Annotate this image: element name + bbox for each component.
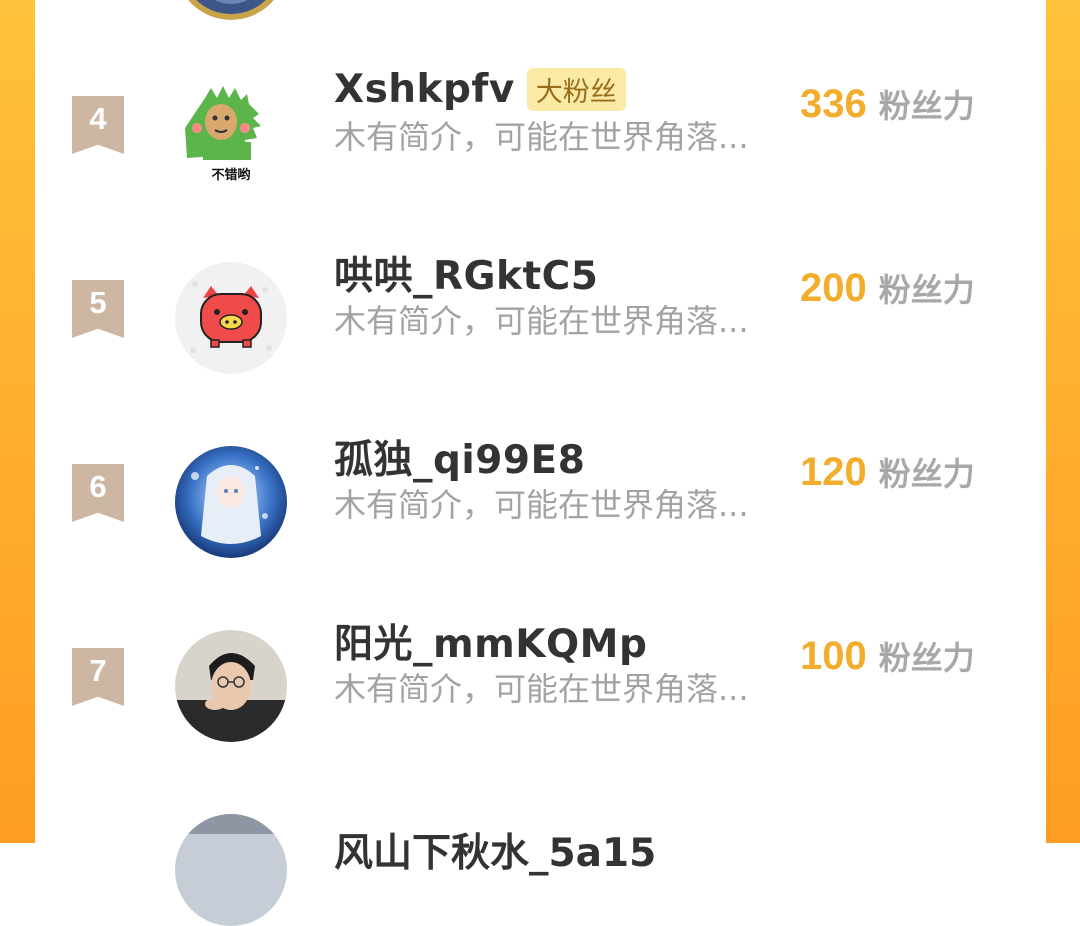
username[interactable]: 哄哄_RGktC5 — [334, 245, 598, 301]
user-bio: 木有简介，可能在世界角落... — [334, 670, 749, 708]
score-unit: 粉丝力 — [878, 455, 975, 493]
score-value: 336 — [800, 82, 867, 126]
username[interactable]: Xshkpfv — [334, 67, 515, 112]
boy-photo-avatar-icon — [175, 630, 287, 742]
username[interactable]: 孤独_qi99E8 — [334, 429, 585, 485]
list-item-rank-6[interactable]: 6 孤独_qi99E8 木有简介，可能在世界角落... 120 粉丝力 — [0, 412, 1080, 596]
avatar-image — [175, 814, 287, 926]
svg-text:不错哟: 不错哟 — [211, 167, 250, 183]
score-value: 120 — [800, 450, 867, 494]
rank-badge: 5 — [72, 280, 124, 338]
avatar[interactable] — [175, 262, 287, 374]
score-unit: 粉丝力 — [878, 639, 975, 677]
fan-power-score: 200 粉丝力 — [800, 265, 975, 311]
avatar[interactable]: 不错哟 — [175, 78, 287, 190]
fan-power-score: 120 粉丝力 — [800, 449, 975, 495]
score-value: 200 — [800, 266, 867, 310]
rank-badge: 6 — [72, 464, 124, 522]
score-unit: 粉丝力 — [878, 87, 975, 125]
avatar[interactable] — [175, 446, 287, 558]
list-item-rank-5[interactable]: 5 哄哄_RGktC5 木有简介，可能在世界角落... 200 粉丝力 — [0, 228, 1080, 412]
rank-badge: 4 — [72, 96, 124, 154]
avatar[interactable] — [175, 630, 287, 742]
fan-level-badge: 大粉丝 — [526, 67, 626, 111]
rank-badge: 7 — [72, 648, 124, 706]
fan-power-score: 336 粉丝力 — [800, 81, 975, 127]
user-bio: 木有简介，可能在世界角落... — [334, 486, 749, 524]
user-bio: 木有简介，可能在世界角落... — [334, 302, 749, 340]
pig-cartoon-avatar-icon — [175, 262, 287, 374]
score-unit: 粉丝力 — [878, 271, 975, 309]
user-bio: 木有简介，可能在世界角落... — [334, 118, 749, 156]
username[interactable]: 阳光_mmKQMp — [334, 613, 647, 669]
list-item-rank-4[interactable]: 4 不错哟 Xshkpfv 大粉丝 木有简介，可能在世界角落... 336 粉丝… — [0, 44, 1080, 228]
dinosaur-meme-avatar-icon: 不错哟 — [175, 78, 287, 190]
username-partial[interactable]: 风山下秋水_5a15 — [334, 822, 656, 878]
anime-girl-avatar-icon — [175, 446, 287, 558]
avatar-partial-bottom[interactable] — [175, 814, 287, 926]
score-value: 100 — [800, 634, 867, 678]
fan-power-score: 100 粉丝力 — [800, 633, 975, 679]
list-item-rank-7[interactable]: 7 阳光_mmKQMp 木有简介，可能在世界角落... 100 粉丝力 — [0, 596, 1080, 780]
